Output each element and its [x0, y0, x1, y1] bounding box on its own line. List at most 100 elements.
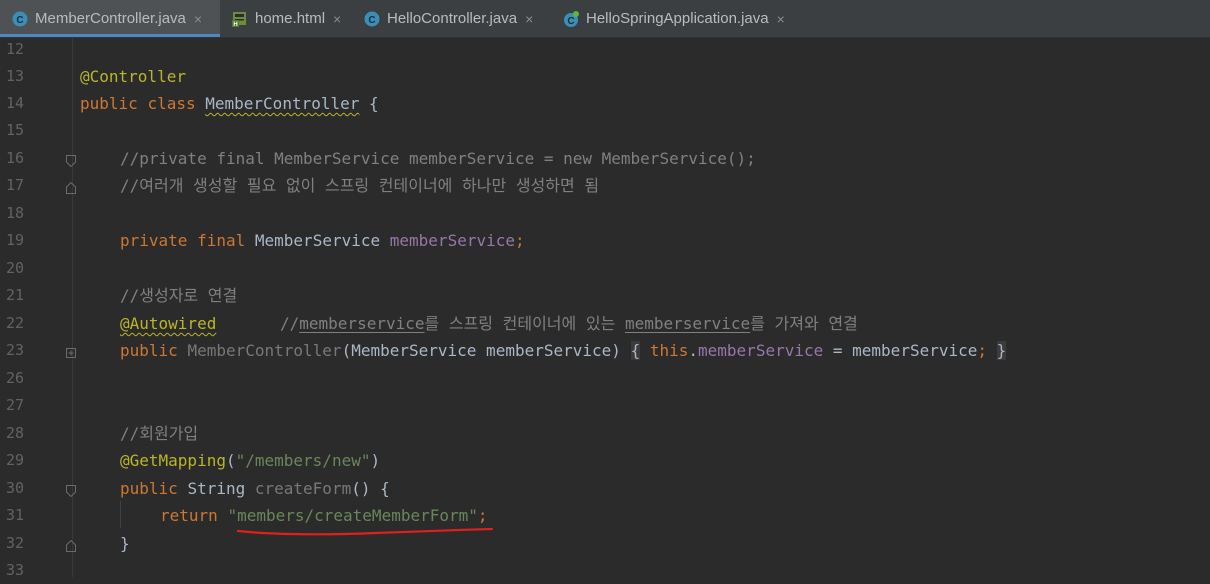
keyword: public [80, 94, 138, 113]
close-icon[interactable]: × [194, 11, 202, 27]
tab-label: HelloSpringApplication.java [586, 10, 769, 27]
code-line: 27 [0, 392, 1210, 419]
constructor-name: MemberController [187, 341, 342, 360]
line-number: 16 [6, 149, 25, 167]
svg-text:C: C [368, 15, 375, 26]
svg-text:H: H [233, 22, 237, 27]
line-number: 20 [6, 259, 25, 277]
code-line: 23 public MemberController(MemberService… [0, 337, 1210, 364]
close-icon[interactable]: × [525, 11, 533, 27]
tab-label: MemberController.java [35, 10, 186, 27]
comment-word: memberservice [624, 314, 751, 333]
annotation-controller: @Controller [80, 67, 186, 86]
class-name[interactable]: MemberController [205, 94, 359, 113]
code-line: 26 [0, 365, 1210, 392]
line-number: 26 [6, 369, 25, 387]
line-number: 22 [6, 314, 25, 332]
code-line: 15 [0, 117, 1210, 144]
fold-end-icon[interactable] [66, 179, 76, 194]
string-literal: "/members/new" [235, 451, 371, 470]
tab-label: home.html [255, 10, 326, 27]
brace: { [369, 94, 379, 113]
editor-tab-bar: C MemberController.java × H home.html × … [0, 0, 1210, 38]
line-number: 27 [6, 396, 25, 414]
folded-brace[interactable]: { [630, 341, 641, 360]
folded-brace[interactable]: } [996, 341, 1007, 360]
assignment: = memberService [823, 341, 978, 360]
line-number: 31 [6, 506, 25, 524]
line-number: 30 [6, 479, 25, 497]
tab-label: HelloController.java [387, 10, 518, 27]
string-literal: "members/createMemberForm" [227, 506, 478, 525]
paren: ( [225, 451, 236, 470]
code-line: 22 @Autowired //memberservice를 스프링 컨테이너에… [0, 310, 1210, 337]
fold-start-icon[interactable] [66, 482, 76, 498]
line-number: 18 [6, 204, 25, 222]
method-rest: () { [351, 479, 390, 498]
annotation-getmapping: @GetMapping [120, 451, 226, 470]
code-line: 20 [0, 255, 1210, 282]
line-number: 33 [6, 561, 25, 579]
code-line: 21 //생성자로 연결 [0, 282, 1210, 309]
java-class-icon: C [12, 11, 28, 27]
field-name: memberService [389, 231, 515, 250]
parameter-list: (MemberService memberService) [341, 341, 621, 360]
java-class-icon: C [364, 11, 380, 27]
comment: //회원가입 [120, 424, 199, 443]
red-underline-annotation [236, 527, 494, 536]
type-name: MemberService [254, 231, 381, 250]
annotation-autowired: @Autowired [120, 314, 217, 333]
line-number: 12 [6, 40, 25, 58]
comment: // [280, 314, 300, 333]
line-number: 29 [6, 451, 25, 469]
keyword: final [197, 231, 246, 250]
brace: } [120, 534, 130, 553]
semicolon: ; [515, 231, 525, 250]
tab-hellospringapplication-java[interactable]: C HelloSpringApplication.java × [551, 0, 806, 37]
line-number: 23 [6, 341, 25, 359]
comment: //여러개 생성할 필요 없이 스프링 컨테이너에 하나만 생성하면 됨 [120, 176, 600, 195]
fold-start-icon[interactable] [66, 152, 76, 168]
line-number: 32 [6, 534, 25, 552]
keyword: public [120, 479, 178, 498]
paren: ) [370, 451, 381, 470]
keyword: class [147, 94, 196, 113]
line-number: 28 [6, 424, 25, 442]
method-name: createForm [254, 479, 352, 498]
comment: //생성자로 연결 [120, 286, 238, 305]
comment: 를 가져와 연결 [750, 314, 858, 333]
keyword-this: this [649, 341, 689, 360]
close-icon[interactable]: × [777, 11, 785, 27]
semicolon: ; [477, 506, 488, 525]
code-line: 28 //회원가입 [0, 420, 1210, 447]
code-line: 30 public String createForm() { [0, 475, 1210, 502]
comment-word: memberservice [299, 314, 425, 333]
code-line: 16 //private final MemberService memberS… [0, 145, 1210, 172]
line-number: 15 [6, 121, 25, 139]
tab-hellocontroller-java[interactable]: C HelloController.java × [352, 0, 551, 37]
tab-membercontroller-java[interactable]: C MemberController.java × [0, 0, 220, 37]
comment: //private final MemberService memberServ… [120, 149, 756, 168]
code-line: 19 private final MemberService memberSer… [0, 227, 1210, 254]
keyword: private [120, 231, 188, 250]
code-line: 31 return "members/createMemberForm"; [0, 502, 1210, 529]
fold-end-icon[interactable] [66, 537, 76, 552]
code-line: 17 //여러개 생성할 필요 없이 스프링 컨테이너에 하나만 생성하면 됨 [0, 172, 1210, 199]
spring-app-icon: C [563, 10, 579, 27]
code-line: 12 [0, 36, 1210, 63]
line-number: 14 [6, 94, 25, 112]
folded-region-icon[interactable] [66, 344, 76, 358]
type-name: String [187, 479, 246, 498]
code-line: 13 @Controller [0, 63, 1210, 90]
code-line: 18 [0, 200, 1210, 227]
field-name: memberService [698, 341, 824, 360]
tab-home-html[interactable]: H home.html × [220, 0, 352, 37]
close-icon[interactable]: × [333, 11, 341, 27]
svg-text:C: C [567, 16, 574, 27]
html-file-icon: H [232, 11, 248, 27]
svg-text:C: C [16, 15, 23, 26]
comment: 를 스프링 컨테이너에 있는 [424, 314, 625, 333]
line-number: 21 [6, 286, 25, 304]
line-number: 19 [6, 231, 25, 249]
keyword: public [120, 341, 178, 360]
